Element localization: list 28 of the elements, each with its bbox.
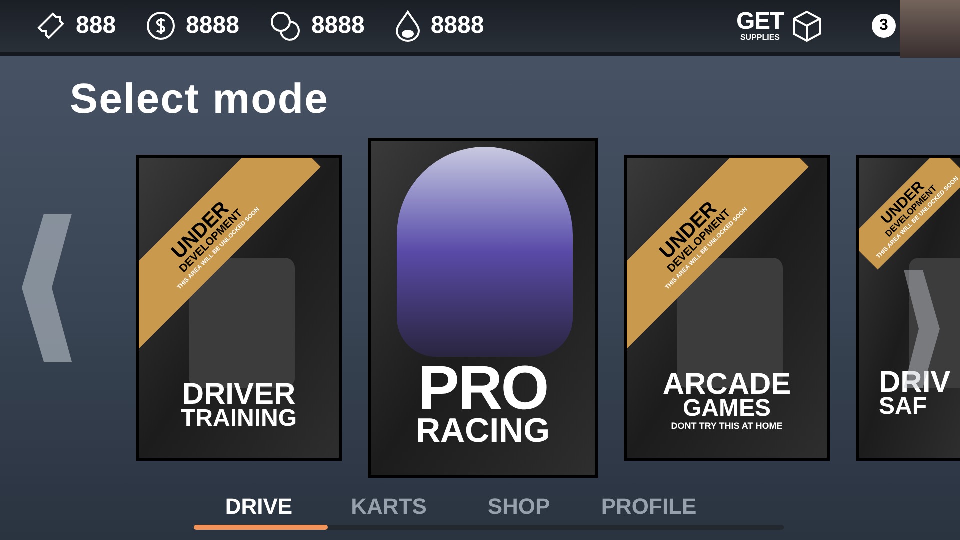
nav-tab[interactable]: SHOP <box>454 490 584 523</box>
box-icon[interactable] <box>792 10 822 42</box>
mode-title: PRO <box>418 360 548 416</box>
nav-tab[interactable]: DRIVE <box>194 490 324 523</box>
mode-title: SAF <box>879 396 927 418</box>
ticket-icon <box>36 11 66 41</box>
left-arrow-icon[interactable] <box>22 214 72 362</box>
mode-title: GAMES <box>682 398 771 420</box>
level-badge: 3 <box>872 14 896 38</box>
mode-title: DRIVER <box>182 381 296 408</box>
mode-title: DRIV <box>879 369 951 396</box>
get-supplies-title[interactable]: GET <box>736 10 784 34</box>
get-supplies-subtitle[interactable]: SUPPLIES <box>740 34 780 42</box>
nav-tab[interactable]: KARTS <box>324 490 454 523</box>
mode-title: ARCADE <box>662 371 792 398</box>
currency-amount: 8888 <box>186 11 240 41</box>
currency-amount: 8888 <box>311 11 365 41</box>
currency-amount: 888 <box>76 11 116 41</box>
mode-title: TRAINING <box>181 408 297 430</box>
mode-title: RACING <box>416 416 550 447</box>
mode-card[interactable]: PRO RACING <box>368 138 598 478</box>
currency-amount: 8888 <box>430 11 484 41</box>
page-heading: Select mode <box>70 78 330 120</box>
two-circles-icon <box>269 10 302 42</box>
nav-tab[interactable]: PROFILE <box>584 490 714 523</box>
dollar-coin-icon <box>146 11 176 41</box>
drop-icon <box>394 10 421 42</box>
mode-subtitle: DONT TRY THIS AT HOME <box>671 422 783 430</box>
